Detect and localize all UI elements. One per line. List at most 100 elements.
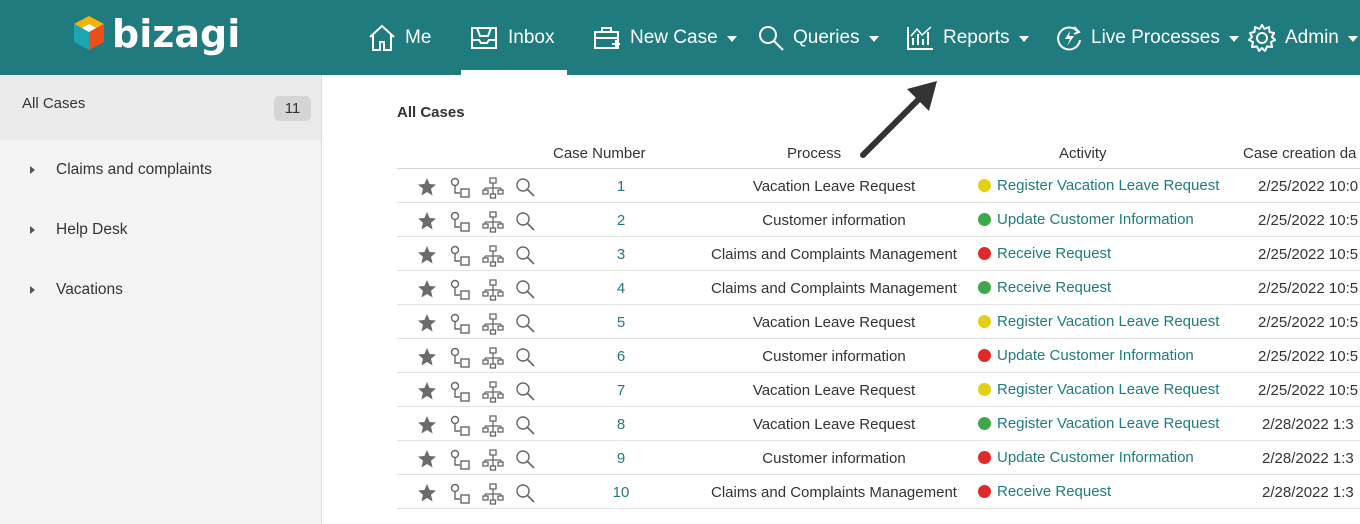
magnifier-icon[interactable] (515, 313, 536, 334)
case-creation-date: 2/25/2022 10:5 (1258, 280, 1359, 297)
case-number-link[interactable]: 7 (591, 382, 651, 399)
workflow-icon[interactable] (449, 245, 471, 267)
workflow-icon[interactable] (449, 177, 471, 199)
magnifier-icon[interactable] (515, 245, 536, 266)
activity-link[interactable]: Receive Request (978, 483, 1111, 500)
nav-admin[interactable]: Admin (1247, 0, 1358, 75)
hierarchy-icon[interactable] (482, 381, 504, 403)
nav-reports[interactable]: Reports (905, 0, 1029, 75)
workflow-icon[interactable] (449, 313, 471, 335)
case-number-link[interactable]: 3 (591, 246, 651, 263)
nav-me[interactable]: Me (367, 0, 431, 75)
activity-link[interactable]: Update Customer Information (978, 449, 1194, 466)
magnifier-icon[interactable] (515, 449, 536, 470)
hierarchy-icon[interactable] (482, 313, 504, 335)
case-number-link[interactable]: 2 (591, 212, 651, 229)
star-icon[interactable] (417, 381, 437, 401)
nav-live-processes[interactable]: Live Processes (1055, 0, 1239, 75)
case-number-link[interactable]: 5 (591, 314, 651, 331)
activity-link[interactable]: Register Vacation Leave Request (978, 415, 1219, 432)
workflow-icon[interactable] (449, 415, 471, 437)
magnifier-icon[interactable] (515, 177, 536, 198)
expand-arrow-icon[interactable] (30, 286, 35, 294)
hierarchy-icon[interactable] (482, 483, 504, 505)
process-name: Claims and Complaints Management (711, 280, 957, 297)
star-icon[interactable] (417, 245, 437, 265)
nav-inbox[interactable]: Inbox (468, 0, 554, 75)
sidebar-item-help-desk[interactable]: Help Desk (0, 210, 321, 250)
sidebar-item-all-cases[interactable]: All Cases 11 (0, 75, 321, 140)
status-dot-icon (978, 315, 991, 328)
hierarchy-icon[interactable] (482, 279, 504, 301)
table-row[interactable]: 2 Customer information Update Customer Inf… (397, 203, 1360, 237)
hierarchy-icon[interactable] (482, 245, 504, 267)
star-icon[interactable] (417, 211, 437, 231)
table-row[interactable]: 6 Customer information Update Customer Inf… (397, 339, 1360, 373)
star-icon[interactable] (417, 347, 437, 367)
workflow-icon[interactable] (449, 381, 471, 403)
nav-queries[interactable]: Queries (757, 0, 879, 75)
case-creation-date: 2/28/2022 1:3 (1262, 484, 1354, 501)
star-icon[interactable] (417, 313, 437, 333)
activity-link[interactable]: Register Vacation Leave Request (978, 381, 1219, 398)
hierarchy-icon[interactable] (482, 347, 504, 369)
table-row[interactable]: 8 Vacation Leave Request Register Vacation… (397, 407, 1360, 441)
hierarchy-icon[interactable] (482, 177, 504, 199)
column-header-process[interactable]: Process (787, 145, 841, 162)
magnifier-icon[interactable] (515, 483, 536, 504)
search-icon (759, 25, 784, 51)
star-icon[interactable] (417, 449, 437, 469)
activity-link[interactable]: Update Customer Information (978, 211, 1194, 228)
table-row[interactable]: 3 Claims and Complaints Management Receive… (397, 237, 1360, 271)
star-icon[interactable] (417, 279, 437, 299)
hierarchy-icon[interactable] (482, 211, 504, 233)
hierarchy-icon[interactable] (482, 415, 504, 437)
case-number-link[interactable]: 6 (591, 348, 651, 365)
nav-new-case[interactable]: New Case (592, 0, 737, 75)
magnifier-icon[interactable] (515, 211, 536, 232)
bizagi-logo[interactable]: bizagi (72, 14, 240, 54)
magnifier-icon[interactable] (515, 347, 536, 368)
status-dot-icon (978, 417, 991, 430)
table-row[interactable]: 7 Vacation Leave Request Register Vacation… (397, 373, 1360, 407)
workflow-icon[interactable] (449, 449, 471, 471)
active-tab-indicator (461, 70, 567, 75)
expand-arrow-icon[interactable] (30, 226, 35, 234)
case-number-link[interactable]: 10 (591, 484, 651, 501)
workflow-icon[interactable] (449, 347, 471, 369)
case-number-link[interactable]: 8 (591, 416, 651, 433)
activity-link[interactable]: Register Vacation Leave Request (978, 313, 1219, 330)
sidebar-item-vacations[interactable]: Vacations (0, 270, 321, 310)
case-creation-date: 2/25/2022 10:5 (1258, 314, 1359, 331)
table-row[interactable]: 4 Claims and Complaints Management Receive… (397, 271, 1360, 305)
column-header-case-creation-date[interactable]: Case creation da (1243, 145, 1356, 162)
column-header-activity[interactable]: Activity (1059, 145, 1107, 162)
workflow-icon[interactable] (449, 279, 471, 301)
process-name: Vacation Leave Request (752, 382, 916, 399)
magnifier-icon[interactable] (515, 279, 536, 300)
activity-link[interactable]: Update Customer Information (978, 347, 1194, 364)
magnifier-icon[interactable] (515, 381, 536, 402)
table-row[interactable]: 10 Claims and Complaints Management Receiv… (397, 475, 1360, 509)
case-number-link[interactable]: 4 (591, 280, 651, 297)
column-header-case-number[interactable]: Case Number (553, 145, 646, 162)
activity-link[interactable]: Receive Request (978, 245, 1111, 262)
star-icon[interactable] (417, 483, 437, 503)
live-processes-icon (1057, 25, 1081, 50)
star-icon[interactable] (417, 415, 437, 435)
table-row[interactable]: 5 Vacation Leave Request Register Vacation… (397, 305, 1360, 339)
star-icon[interactable] (417, 177, 437, 197)
status-dot-icon (978, 451, 991, 464)
workflow-icon[interactable] (449, 211, 471, 233)
case-number-link[interactable]: 1 (591, 178, 651, 195)
sidebar-item-claims-and-complaints[interactable]: Claims and complaints (0, 150, 321, 190)
table-row[interactable]: 9 Customer information Update Customer Inf… (397, 441, 1360, 475)
activity-link[interactable]: Receive Request (978, 279, 1111, 296)
activity-link[interactable]: Register Vacation Leave Request (978, 177, 1219, 194)
table-row[interactable]: 1 Vacation Leave Request Register Vacation… (397, 169, 1360, 203)
workflow-icon[interactable] (449, 483, 471, 505)
expand-arrow-icon[interactable] (30, 166, 35, 174)
case-number-link[interactable]: 9 (591, 450, 651, 467)
hierarchy-icon[interactable] (482, 449, 504, 471)
magnifier-icon[interactable] (515, 415, 536, 436)
